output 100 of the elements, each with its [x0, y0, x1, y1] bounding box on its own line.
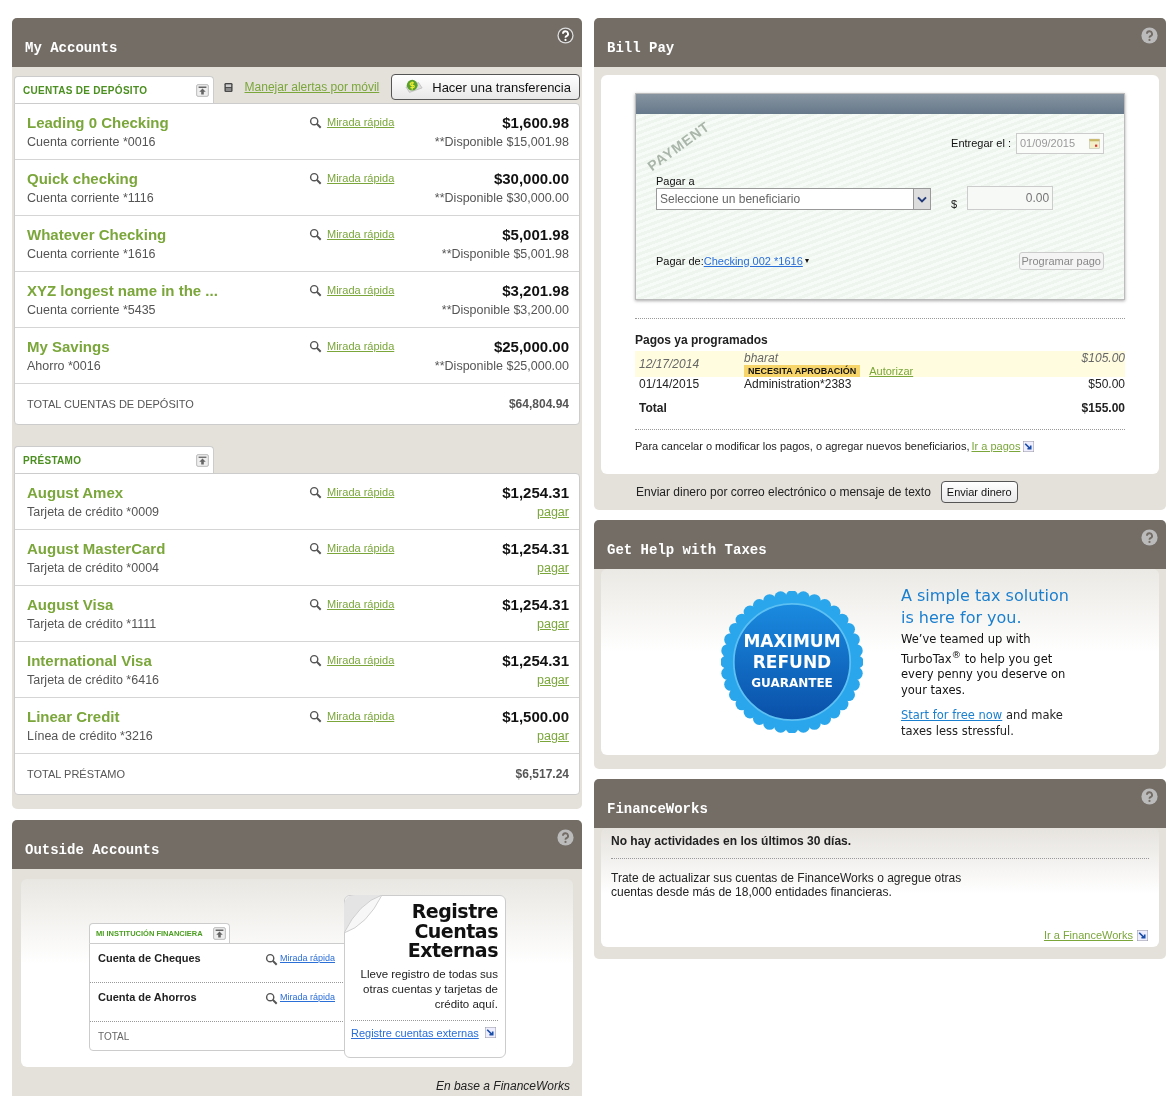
account-name[interactable]: XYZ longest name in the ...: [27, 282, 309, 299]
section-title: Pagos ya programados: [635, 333, 769, 347]
start-link[interactable]: Start for free now: [901, 708, 1003, 723]
quick-look-link[interactable]: Mirada rápida: [327, 340, 395, 352]
schedule-button[interactable]: Programar pago: [1018, 251, 1104, 270]
total-value: $6,517.24: [515, 767, 569, 781]
account-balance: $1,254.31: [502, 540, 569, 557]
total-label: TOTAL CUENTAS DE DEPÓSITO: [27, 398, 194, 410]
status-badge: NECESITA APROBACIÓN: [744, 365, 861, 377]
amount-field[interactable]: 0.00: [967, 186, 1054, 210]
authorize-link[interactable]: Autorizar: [869, 365, 914, 377]
search-icon: [309, 116, 322, 129]
placeholder-text: Seleccione un beneficiario: [660, 192, 801, 206]
payment-date: 01/14/2015: [639, 377, 701, 391]
available-balance: **Disponible $30,000.00: [434, 191, 569, 205]
promo-title: Registre: [411, 902, 498, 922]
search-icon: [309, 710, 322, 723]
payment-amount: $105.00: [1080, 351, 1125, 367]
external-link-icon[interactable]: [1022, 440, 1036, 452]
account-name[interactable]: International Visa: [27, 652, 309, 669]
account-link[interactable]: Checking 002 *1616: [703, 254, 803, 267]
total-label: TOTAL PRÉSTAMO: [27, 768, 125, 780]
account-number: Cuenta corriente *5435: [27, 303, 157, 317]
account-balance: $30,000.00: [493, 170, 569, 187]
field-label: Entregar el :: [951, 137, 1011, 149]
promo-text: Lleve registro de todas sus otras cuentas y tarjetas de crédito aquí.: [351, 966, 498, 1021]
search-icon: [264, 992, 278, 1005]
caret-icon[interactable]: [803, 258, 810, 263]
pay-link[interactable]: pagar: [537, 505, 569, 519]
payments-link[interactable]: Ir a pagos: [971, 440, 1021, 452]
mobile-alerts-link[interactable]: Manejar alertas por móvil: [244, 80, 380, 94]
info-text: Trate de actualizar sus cuentas de FinanceWorks o agregue otras cuentas desde más de 18,000 entidades financieras.: [611, 871, 963, 899]
send-money-text: Enviar dinero por correo electrónico o mensaje de texto: [636, 485, 931, 499]
account-number: Línea de crédito *3216: [27, 729, 154, 743]
account-name[interactable]: Leading 0 Checking: [27, 114, 309, 131]
account-name[interactable]: August MasterCard: [27, 540, 309, 557]
calendar-icon[interactable]: [1089, 137, 1100, 149]
quick-look-link[interactable]: Mirada rápida: [327, 710, 395, 722]
quick-look-link[interactable]: Mirada rápida: [327, 228, 395, 240]
seal-text: REFUND: [752, 651, 832, 673]
account-name: Cuenta de Cheques: [98, 951, 201, 964]
external-link-icon[interactable]: [1136, 929, 1149, 941]
account-name[interactable]: Linear Credit: [27, 708, 309, 725]
seal-text: MAXIMUM: [743, 630, 841, 652]
promo-text: Start for free now and make taxes less stressful.: [901, 708, 1064, 740]
pay-link[interactable]: pagar: [537, 617, 569, 631]
account-balance: $3,201.98: [502, 282, 569, 299]
search-icon: [309, 598, 322, 611]
payee-dropdown[interactable]: Seleccione un beneficiario: [656, 188, 931, 210]
dropdown-icon[interactable]: [913, 189, 930, 209]
quick-look-link[interactable]: Mirada rápida: [327, 654, 395, 666]
quick-look-link[interactable]: Mirada rápida: [327, 172, 395, 184]
help-icon[interactable]: [557, 27, 574, 44]
account-name[interactable]: August Amex: [27, 484, 309, 501]
account-balance: $1,254.31: [502, 596, 569, 613]
account-name[interactable]: August Visa: [27, 596, 309, 613]
account-balance: $1,500.00: [502, 708, 569, 725]
section-title: PRÉSTAMO: [23, 454, 82, 466]
quick-look-link[interactable]: Mirada rápida: [327, 598, 395, 610]
quick-look-link[interactable]: Mirada rápida: [327, 284, 395, 296]
external-link-icon[interactable]: [483, 1027, 497, 1038]
financeworks-link[interactable]: Ir a FinanceWorks: [1043, 929, 1133, 941]
collapse-icon[interactable]: [196, 453, 209, 467]
account-name[interactable]: My Savings: [27, 338, 309, 355]
account-name[interactable]: Whatever Checking: [27, 226, 309, 243]
available-balance: **Disponible $3,200.00: [441, 303, 569, 317]
account-balance: $5,001.98: [502, 226, 569, 243]
payee-name: Administration*2383: [744, 377, 853, 391]
search-icon: [309, 228, 322, 241]
date-field[interactable]: 01/09/2015: [1016, 132, 1104, 154]
search-icon: [309, 654, 322, 667]
account-balance: $25,000.00: [493, 338, 569, 355]
available-balance: **Disponible $25,000.00: [434, 359, 569, 373]
pay-link[interactable]: pagar: [537, 729, 569, 743]
collapse-icon[interactable]: [196, 83, 209, 97]
pay-link[interactable]: pagar: [537, 561, 569, 575]
account-name: Cuenta de Ahorros: [98, 990, 197, 1003]
account-number: Tarjeta de crédito *1111: [27, 617, 158, 631]
search-icon: [309, 542, 322, 555]
panel-title: Outside Accounts: [25, 841, 160, 858]
available-balance: **Disponible $15,001.98: [434, 135, 569, 149]
quick-look-link[interactable]: Mirada rápida: [327, 542, 395, 554]
account-number: Tarjeta de crédito *6416: [27, 673, 161, 687]
account-name[interactable]: Quick checking: [27, 170, 309, 187]
quick-look-link[interactable]: Mirada rápida: [327, 116, 395, 128]
quick-look-link[interactable]: Mirada rápida: [327, 486, 395, 498]
payee-name: bharat: [744, 351, 780, 365]
section-tab[interactable]: CUENTAS DE DEPÓSITO: [14, 76, 214, 103]
section-tab[interactable]: PRÉSTAMO: [14, 446, 214, 473]
register-link[interactable]: Registre cuentas externas: [351, 1026, 479, 1039]
transfer-button[interactable]: Hacer una transferencia: [391, 74, 580, 100]
send-money-button[interactable]: Enviar dinero: [940, 481, 1018, 503]
account-balance: $1,600.98: [502, 114, 569, 131]
promo-title: Cuentas: [414, 921, 498, 941]
pay-link[interactable]: pagar: [537, 673, 569, 687]
section-title: CUENTAS DE DEPÓSITO: [23, 84, 148, 96]
quick-look-link[interactable]: Mirada rápida: [279, 992, 335, 1005]
account-number: Tarjeta de crédito *0009: [27, 505, 161, 519]
quick-look-link[interactable]: Mirada rápida: [279, 953, 335, 966]
promo-title: Externas: [407, 941, 498, 961]
